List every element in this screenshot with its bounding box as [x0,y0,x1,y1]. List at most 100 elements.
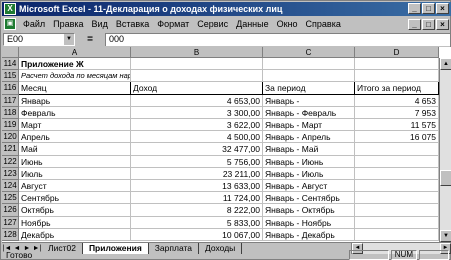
menu-insert[interactable]: Вставка [112,17,153,31]
column-header-a[interactable]: A [19,47,131,58]
row-header[interactable]: 116 [2,82,19,95]
cell-a[interactable]: Приложение Ж [19,58,131,71]
cell-c[interactable]: Январь - Апрель [263,131,355,144]
cell-d[interactable] [355,192,439,205]
worksheet-grid[interactable]: A B C D 114 Приложение Ж 115 Расчет дохода … [2,47,451,242]
excel-icon[interactable]: X [4,3,16,15]
row-header[interactable]: 123 [2,167,19,180]
cell-c[interactable] [263,70,355,83]
select-all-corner[interactable] [2,47,19,58]
cell-b[interactable]: 10 067,00 [131,228,263,241]
row-header[interactable]: 128 [2,228,19,241]
cell-a[interactable]: Март [19,119,131,132]
cell-c[interactable]: Январь - Июнь [263,155,355,168]
cell-a[interactable]: Сентябрь [19,192,131,205]
doc-close-button[interactable]: × [436,18,449,30]
cell-a[interactable]: Январь [19,94,131,107]
row-header[interactable]: 121 [2,143,19,156]
cell-a[interactable]: Июнь [19,155,131,168]
cell-c[interactable]: Январь - Август [263,180,355,193]
cell-d[interactable] [355,204,439,217]
doc-minimize-button[interactable]: _ [408,18,421,30]
menu-tools[interactable]: Сервис [193,17,232,31]
cell-d[interactable] [355,180,439,193]
name-box[interactable]: E00 ▼ [3,33,75,46]
cell-b[interactable]: 32 477,00 [131,143,263,156]
cell-b[interactable]: 4 500,00 [131,131,263,144]
cell-d[interactable]: 4 653 [355,94,439,107]
cell-a[interactable]: Апрель [19,131,131,144]
cell-b[interactable]: 5 756,00 [131,155,263,168]
cell-c[interactable]: Январь - Октябрь [263,204,355,217]
row-header[interactable]: 118 [2,106,19,119]
title-bar[interactable]: X Microsoft Excel - 11-Декларация о дохо… [2,2,451,16]
close-button[interactable]: × [436,3,449,14]
scroll-up-icon[interactable]: ▲ [440,58,451,70]
cell-b[interactable]: 11 724,00 [131,192,263,205]
minimize-button[interactable]: _ [408,3,421,14]
scroll-thumb[interactable] [440,170,451,186]
cell-a[interactable]: Декабрь [19,228,131,241]
cell-a[interactable]: Июль [19,167,131,180]
cell-c[interactable]: Январь - Февраль [263,106,355,119]
cell-d[interactable]: 16 075 [355,131,439,144]
scroll-down-icon[interactable]: ▼ [440,230,451,242]
vertical-scrollbar[interactable]: ▲ ▼ [439,58,451,242]
cell-c[interactable]: Январь - Декабрь [263,228,355,241]
cell-a[interactable]: Ноябрь [19,216,131,229]
cell-d[interactable] [355,216,439,229]
cell-a[interactable]: Февраль [19,106,131,119]
cell-c[interactable]: Январь - [263,94,355,107]
cell-b[interactable]: 5 833,00 [131,216,263,229]
row-header[interactable]: 124 [2,180,19,193]
cell-a[interactable]: Май [19,143,131,156]
maximize-button[interactable]: □ [422,3,435,14]
cell-d[interactable] [355,167,439,180]
menu-view[interactable]: Вид [88,17,112,31]
row-header[interactable]: 114 [2,58,19,71]
cell-d[interactable] [355,228,439,241]
cell-a[interactable]: Месяц [19,82,131,95]
cell-b[interactable]: 23 211,00 [131,167,263,180]
doc-restore-button[interactable]: □ [422,18,435,30]
column-header-c[interactable]: C [263,47,355,58]
cell-c[interactable]: Январь - Ноябрь [263,216,355,229]
cell-c[interactable]: За период [263,82,355,95]
cell-d[interactable] [355,58,439,71]
cell-c[interactable]: Январь - Июль [263,167,355,180]
row-header[interactable]: 122 [2,155,19,168]
menu-data[interactable]: Данные [232,17,273,31]
cell-a[interactable]: Октябрь [19,204,131,217]
chevron-down-icon[interactable]: ▼ [64,34,74,45]
cell-d[interactable]: Итого за период [355,82,439,95]
cell-b[interactable]: 4 653,00 [131,94,263,107]
cell-b[interactable]: 13 633,00 [131,180,263,193]
cell-c[interactable]: Январь - Март [263,119,355,132]
cell-b[interactable] [131,70,263,83]
row-header[interactable]: 117 [2,94,19,107]
cell-b[interactable]: Доход [131,82,263,95]
menu-format[interactable]: Формат [153,17,193,31]
row-header[interactable]: 125 [2,192,19,205]
menu-window[interactable]: Окно [273,17,302,31]
cell-b[interactable] [131,58,263,71]
cell-c[interactable] [263,58,355,71]
cell-d[interactable] [355,155,439,168]
cell-c[interactable]: Январь - Сентябрь [263,192,355,205]
column-header-d[interactable]: D [355,47,439,58]
cell-b[interactable]: 8 222,00 [131,204,263,217]
cell-d[interactable]: 7 953 [355,106,439,119]
cell-a[interactable]: Август [19,180,131,193]
menu-help[interactable]: Справка [302,17,345,31]
cell-d[interactable] [355,70,439,83]
workbook-icon[interactable]: ▣ [4,18,16,30]
cell-b[interactable]: 3 300,00 [131,106,263,119]
cell-c[interactable]: Январь - Май [263,143,355,156]
cell-d[interactable]: 11 575 [355,119,439,132]
row-header[interactable]: 120 [2,131,19,144]
column-header-b[interactable]: B [131,47,263,58]
cell-a[interactable]: Расчет дохода по месяцам нарастающим ито… [19,70,131,83]
menu-edit[interactable]: Правка [49,17,87,31]
menu-file[interactable]: Файл [19,17,49,31]
row-header[interactable]: 127 [2,216,19,229]
